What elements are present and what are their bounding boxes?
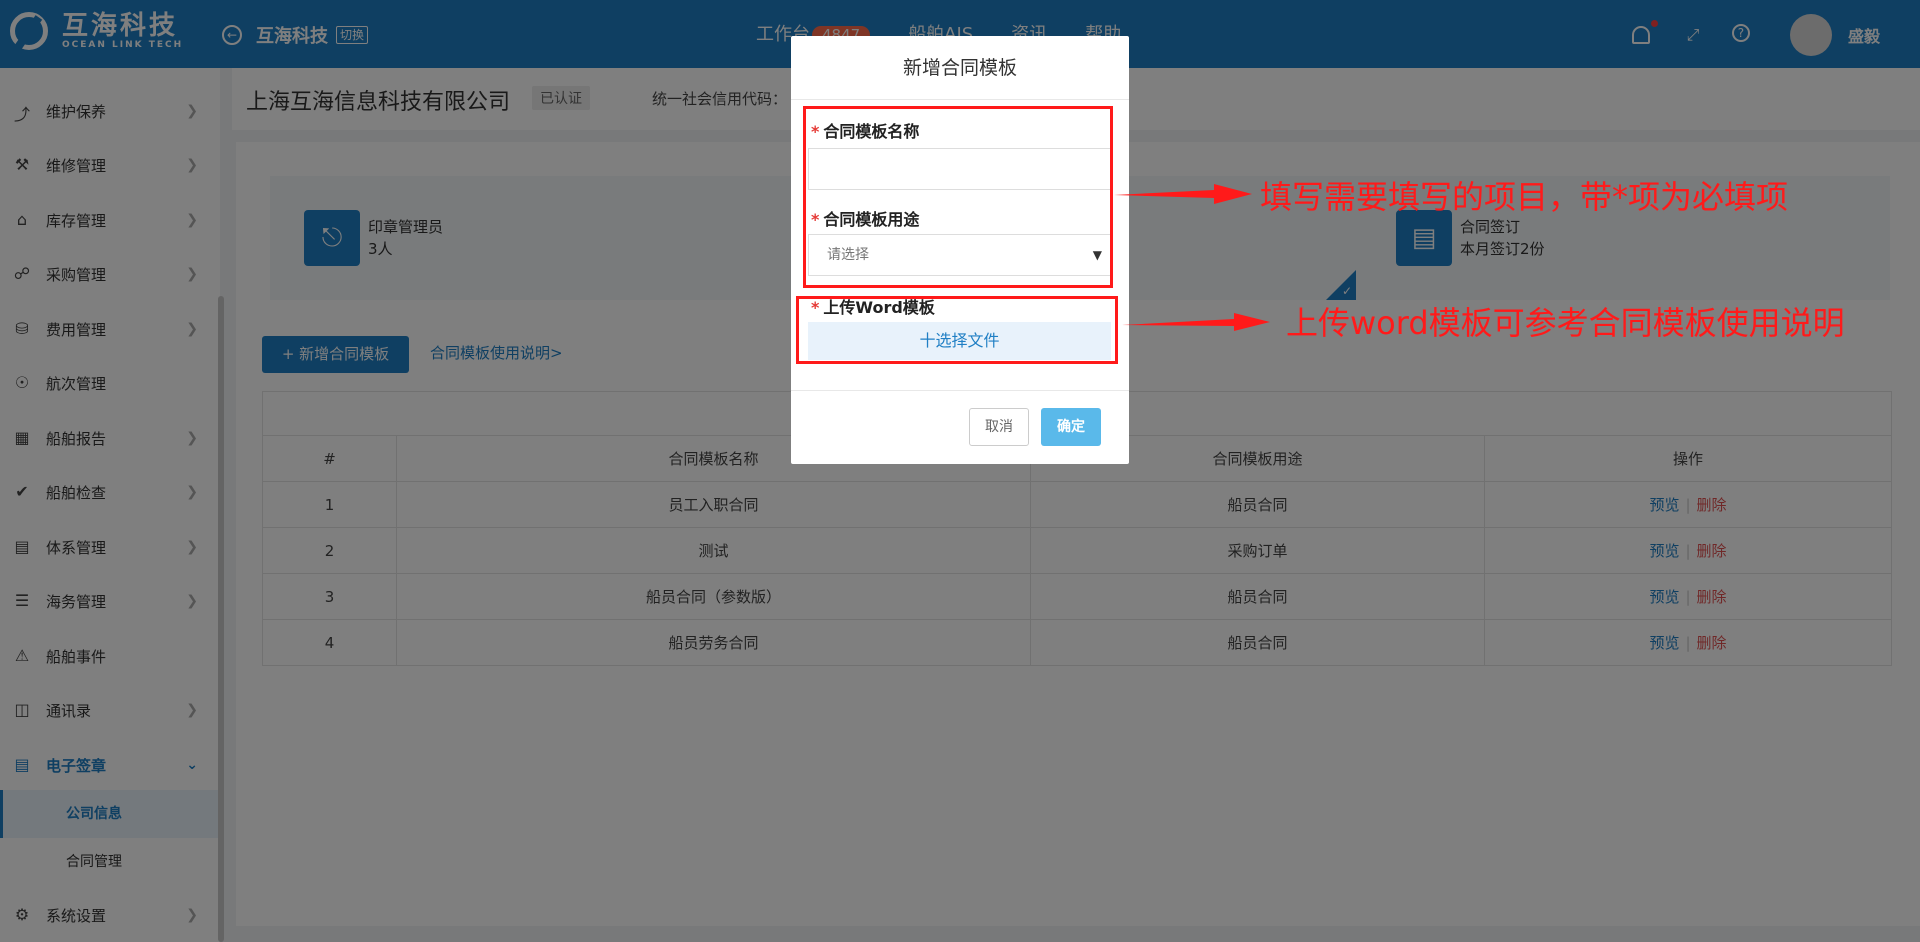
annotation-arrow-2: [1122, 313, 1270, 331]
cancel-button[interactable]: 取消: [969, 408, 1029, 446]
annotation-note-required: 填写需要填写的项目，带*项为必填项: [1260, 178, 1789, 216]
highlight-upload-field: [796, 296, 1118, 364]
annotation-arrow-1: [1114, 184, 1252, 204]
dialog-title: 新增合同模板: [791, 36, 1129, 100]
confirm-button[interactable]: 确定: [1041, 408, 1101, 446]
dialog-divider: [791, 390, 1129, 391]
annotation-note-upload: 上传word模板可参考合同模板使用说明: [1286, 304, 1845, 342]
highlight-required-fields: [803, 106, 1113, 288]
